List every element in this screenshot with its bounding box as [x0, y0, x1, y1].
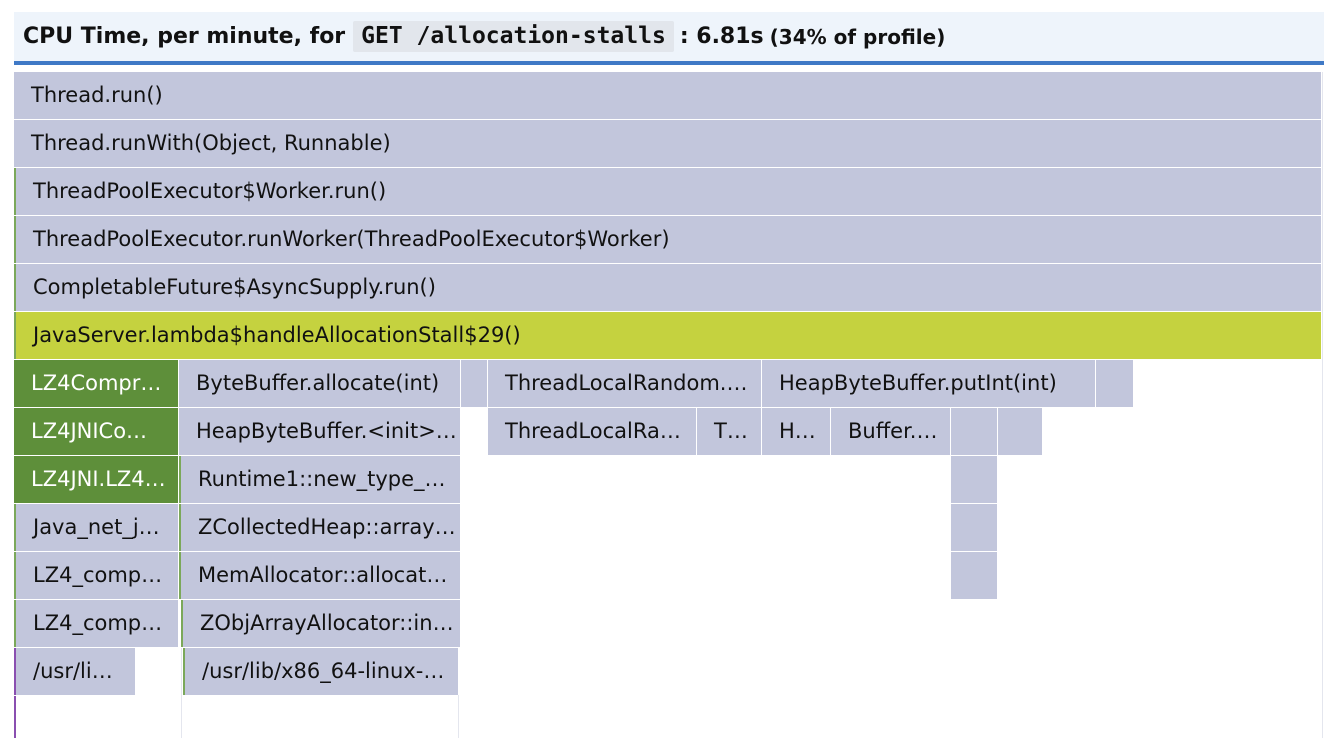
frame-edge-marker	[14, 696, 16, 738]
flame-frame[interactable]: LZ4_comp…	[14, 600, 179, 647]
flame-frame[interactable]: T…	[697, 408, 762, 455]
flame-frame-narrow[interactable]	[951, 504, 998, 551]
flame-frame[interactable]: ThreadPoolExecutor.runWorker(ThreadPoolE…	[14, 216, 1322, 263]
column-guide	[1322, 72, 1323, 738]
flame-frame[interactable]: CompletableFuture$AsyncSupply.run()	[14, 264, 1322, 311]
flame-frame[interactable]: HeapByteBuffer.<init>…	[179, 408, 461, 455]
flame-graph: Thread.run() Thread.runWith(Object, Runn…	[0, 0, 1336, 738]
column-guide	[181, 648, 182, 738]
flame-frame[interactable]: Thread.run()	[14, 72, 1322, 119]
flame-frame[interactable]: ZCollectedHeap::array…	[179, 504, 461, 551]
flame-frame-narrow[interactable]	[998, 408, 1043, 455]
flame-frame[interactable]: Buffer.…	[831, 408, 951, 455]
flame-frame[interactable]: HeapByteBuffer.putInt(int)	[762, 360, 1096, 407]
flame-frame-narrow[interactable]	[951, 552, 998, 599]
flame-frame[interactable]: ZObjArrayAllocator::in…	[181, 600, 461, 647]
flame-frame[interactable]: ThreadPoolExecutor$Worker.run()	[14, 168, 1322, 215]
flame-frame[interactable]: MemAllocator::allocat…	[179, 552, 461, 599]
flame-frame-highlighted[interactable]: JavaServer.lambda$handleAllocationStall$…	[14, 312, 1322, 359]
flame-frame[interactable]: Thread.runWith(Object, Runnable)	[14, 120, 1322, 167]
flame-frame[interactable]: /usr/li…	[14, 648, 136, 695]
flame-frame-narrow[interactable]	[951, 456, 998, 503]
flame-frame-native[interactable]: LZ4JNICo…	[14, 408, 179, 455]
flame-frame-narrow[interactable]	[951, 408, 998, 455]
flame-frame-narrow[interactable]	[461, 360, 488, 407]
flame-frame[interactable]: H…	[762, 408, 831, 455]
flame-frame[interactable]: /usr/lib/x86_64-linux-…	[183, 648, 459, 695]
flame-frame[interactable]: Runtime1::new_type_…	[179, 456, 461, 503]
flame-frame[interactable]: ThreadLocalRandom.…	[488, 360, 762, 407]
flame-frame-native[interactable]: LZ4Compr…	[14, 360, 179, 407]
flame-frame[interactable]: ByteBuffer.allocate(int)	[179, 360, 461, 407]
flame-frame[interactable]: ThreadLocalRa…	[488, 408, 697, 455]
flame-frame[interactable]: LZ4_comp…	[14, 552, 179, 599]
flame-frame-native[interactable]: LZ4JNI.LZ4…	[14, 456, 179, 503]
flame-frame-narrow[interactable]	[1096, 360, 1134, 407]
flame-frame[interactable]: Java_net_j…	[14, 504, 179, 551]
